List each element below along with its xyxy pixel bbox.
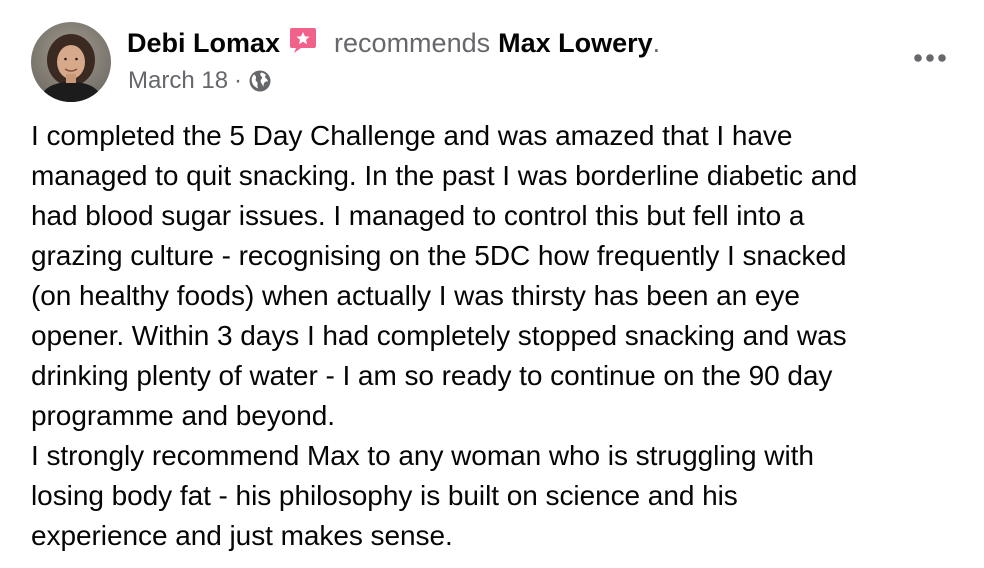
- recommended-page-link[interactable]: Max Lowery: [498, 28, 653, 59]
- post-body-line: losing body fat - his philosophy is buil…: [31, 480, 738, 511]
- action-text: recommends: [334, 27, 491, 58]
- header-period: .: [652, 27, 661, 58]
- post-body-line: had blood sugar issues. I managed to con…: [31, 200, 805, 231]
- post-body-line: opener. Within 3 days I had completely s…: [31, 320, 847, 351]
- post-header: Debi Lomax recommends Max Lowery .: [127, 24, 660, 62]
- meta-separator: ·: [234, 67, 243, 94]
- post-body-line: I strongly recommend Max to any woman wh…: [31, 440, 814, 471]
- author-name[interactable]: Debi Lomax: [127, 28, 280, 59]
- post-body-line: experience and just makes sense.: [31, 520, 453, 551]
- more-options-icon[interactable]: [906, 42, 954, 74]
- post-body-line: drinking plenty of water - I am so ready…: [31, 360, 833, 391]
- author-avatar[interactable]: [31, 22, 111, 102]
- post-body-line: grazing culture - recognising on the 5DC…: [31, 240, 847, 271]
- post-body-line: managed to quit snacking. In the past I …: [31, 160, 858, 191]
- post-date[interactable]: March 18: [128, 67, 228, 95]
- recommendation-star-icon: [288, 25, 318, 55]
- post-body-line: I completed the 5 Day Challenge and was …: [31, 120, 793, 151]
- post-body-line: (on healthy foods) when actually I was t…: [31, 280, 800, 311]
- post-body-line: programme and beyond.: [31, 400, 336, 431]
- post-body-text: I completed the 5 Day Challenge and was …: [31, 116, 971, 556]
- globe-icon[interactable]: [248, 69, 272, 93]
- recommendation-post: Debi Lomax recommends Max Lowery . March…: [0, 0, 984, 568]
- post-meta: March 18 ·: [128, 66, 272, 96]
